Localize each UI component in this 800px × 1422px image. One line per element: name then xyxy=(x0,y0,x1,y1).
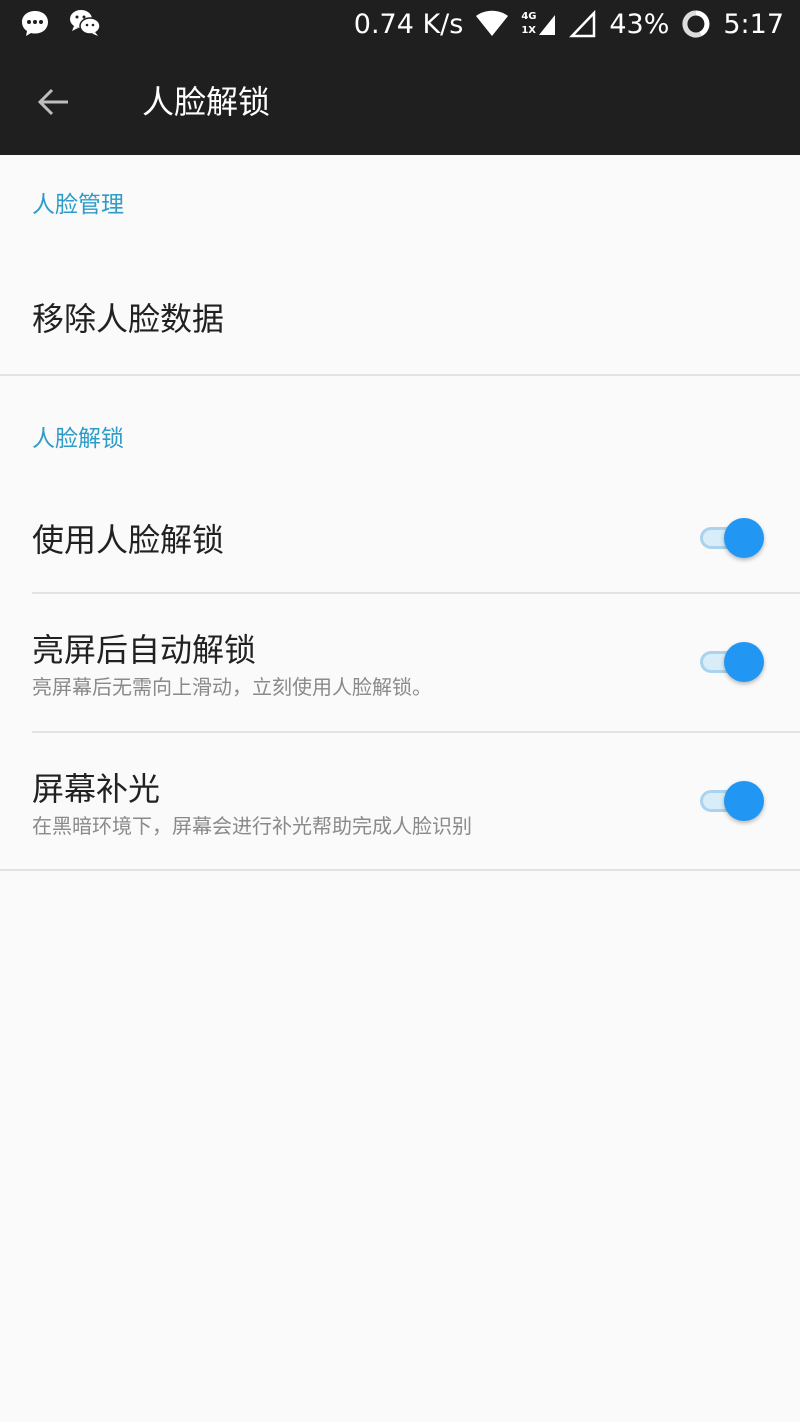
divider xyxy=(0,869,800,871)
wechat-icon xyxy=(68,8,102,38)
wifi-icon xyxy=(475,10,509,38)
divider xyxy=(0,374,800,376)
use-face-unlock-label: 使用人脸解锁 xyxy=(32,521,225,559)
auto-unlock-toggle[interactable] xyxy=(700,642,764,682)
network-type-top: 4G xyxy=(521,11,537,22)
status-bar: 0.74 K/s 4G 1X 43% 5:17 xyxy=(0,0,800,48)
battery-ring-icon xyxy=(681,9,711,39)
auto-unlock-item[interactable]: 亮屏后自动解锁 亮屏幕后无需向上滑动，立刻使用人脸解锁。 xyxy=(0,594,800,731)
screen-fill-light-item[interactable]: 屏幕补光 在黑暗环境下，屏幕会进行补光帮助完成人脸识别 xyxy=(0,733,800,869)
remove-face-data-item[interactable]: 移除人脸数据 xyxy=(0,260,800,375)
network-speed: 0.74 K/s xyxy=(353,8,464,40)
auto-unlock-label: 亮屏后自动解锁 xyxy=(32,631,257,669)
screen-fill-light-toggle[interactable] xyxy=(700,781,764,821)
network-type-bottom: 1X xyxy=(521,25,537,36)
battery-percent: 43% xyxy=(609,8,670,40)
signal-icon: 4G 1X xyxy=(521,9,557,39)
page-title: 人脸解锁 xyxy=(142,83,271,121)
clock: 5:17 xyxy=(723,8,784,40)
auto-unlock-description: 亮屏幕后无需向上滑动，立刻使用人脸解锁。 xyxy=(32,675,432,699)
remove-face-data-label: 移除人脸数据 xyxy=(32,300,225,338)
use-face-unlock-toggle[interactable] xyxy=(700,518,764,558)
arrow-left-icon xyxy=(37,88,68,116)
screen-fill-light-label: 屏幕补光 xyxy=(32,770,161,808)
back-button[interactable] xyxy=(30,78,78,126)
use-face-unlock-item[interactable]: 使用人脸解锁 xyxy=(0,485,800,593)
section-header-face-unlock: 人脸解锁 xyxy=(32,426,124,452)
signal-empty-icon xyxy=(569,10,597,38)
message-icon xyxy=(20,8,50,38)
app-bar: 人脸解锁 xyxy=(0,48,800,155)
screen-fill-light-description: 在黑暗环境下，屏幕会进行补光帮助完成人脸识别 xyxy=(32,814,472,838)
section-header-face-management: 人脸管理 xyxy=(32,192,124,218)
